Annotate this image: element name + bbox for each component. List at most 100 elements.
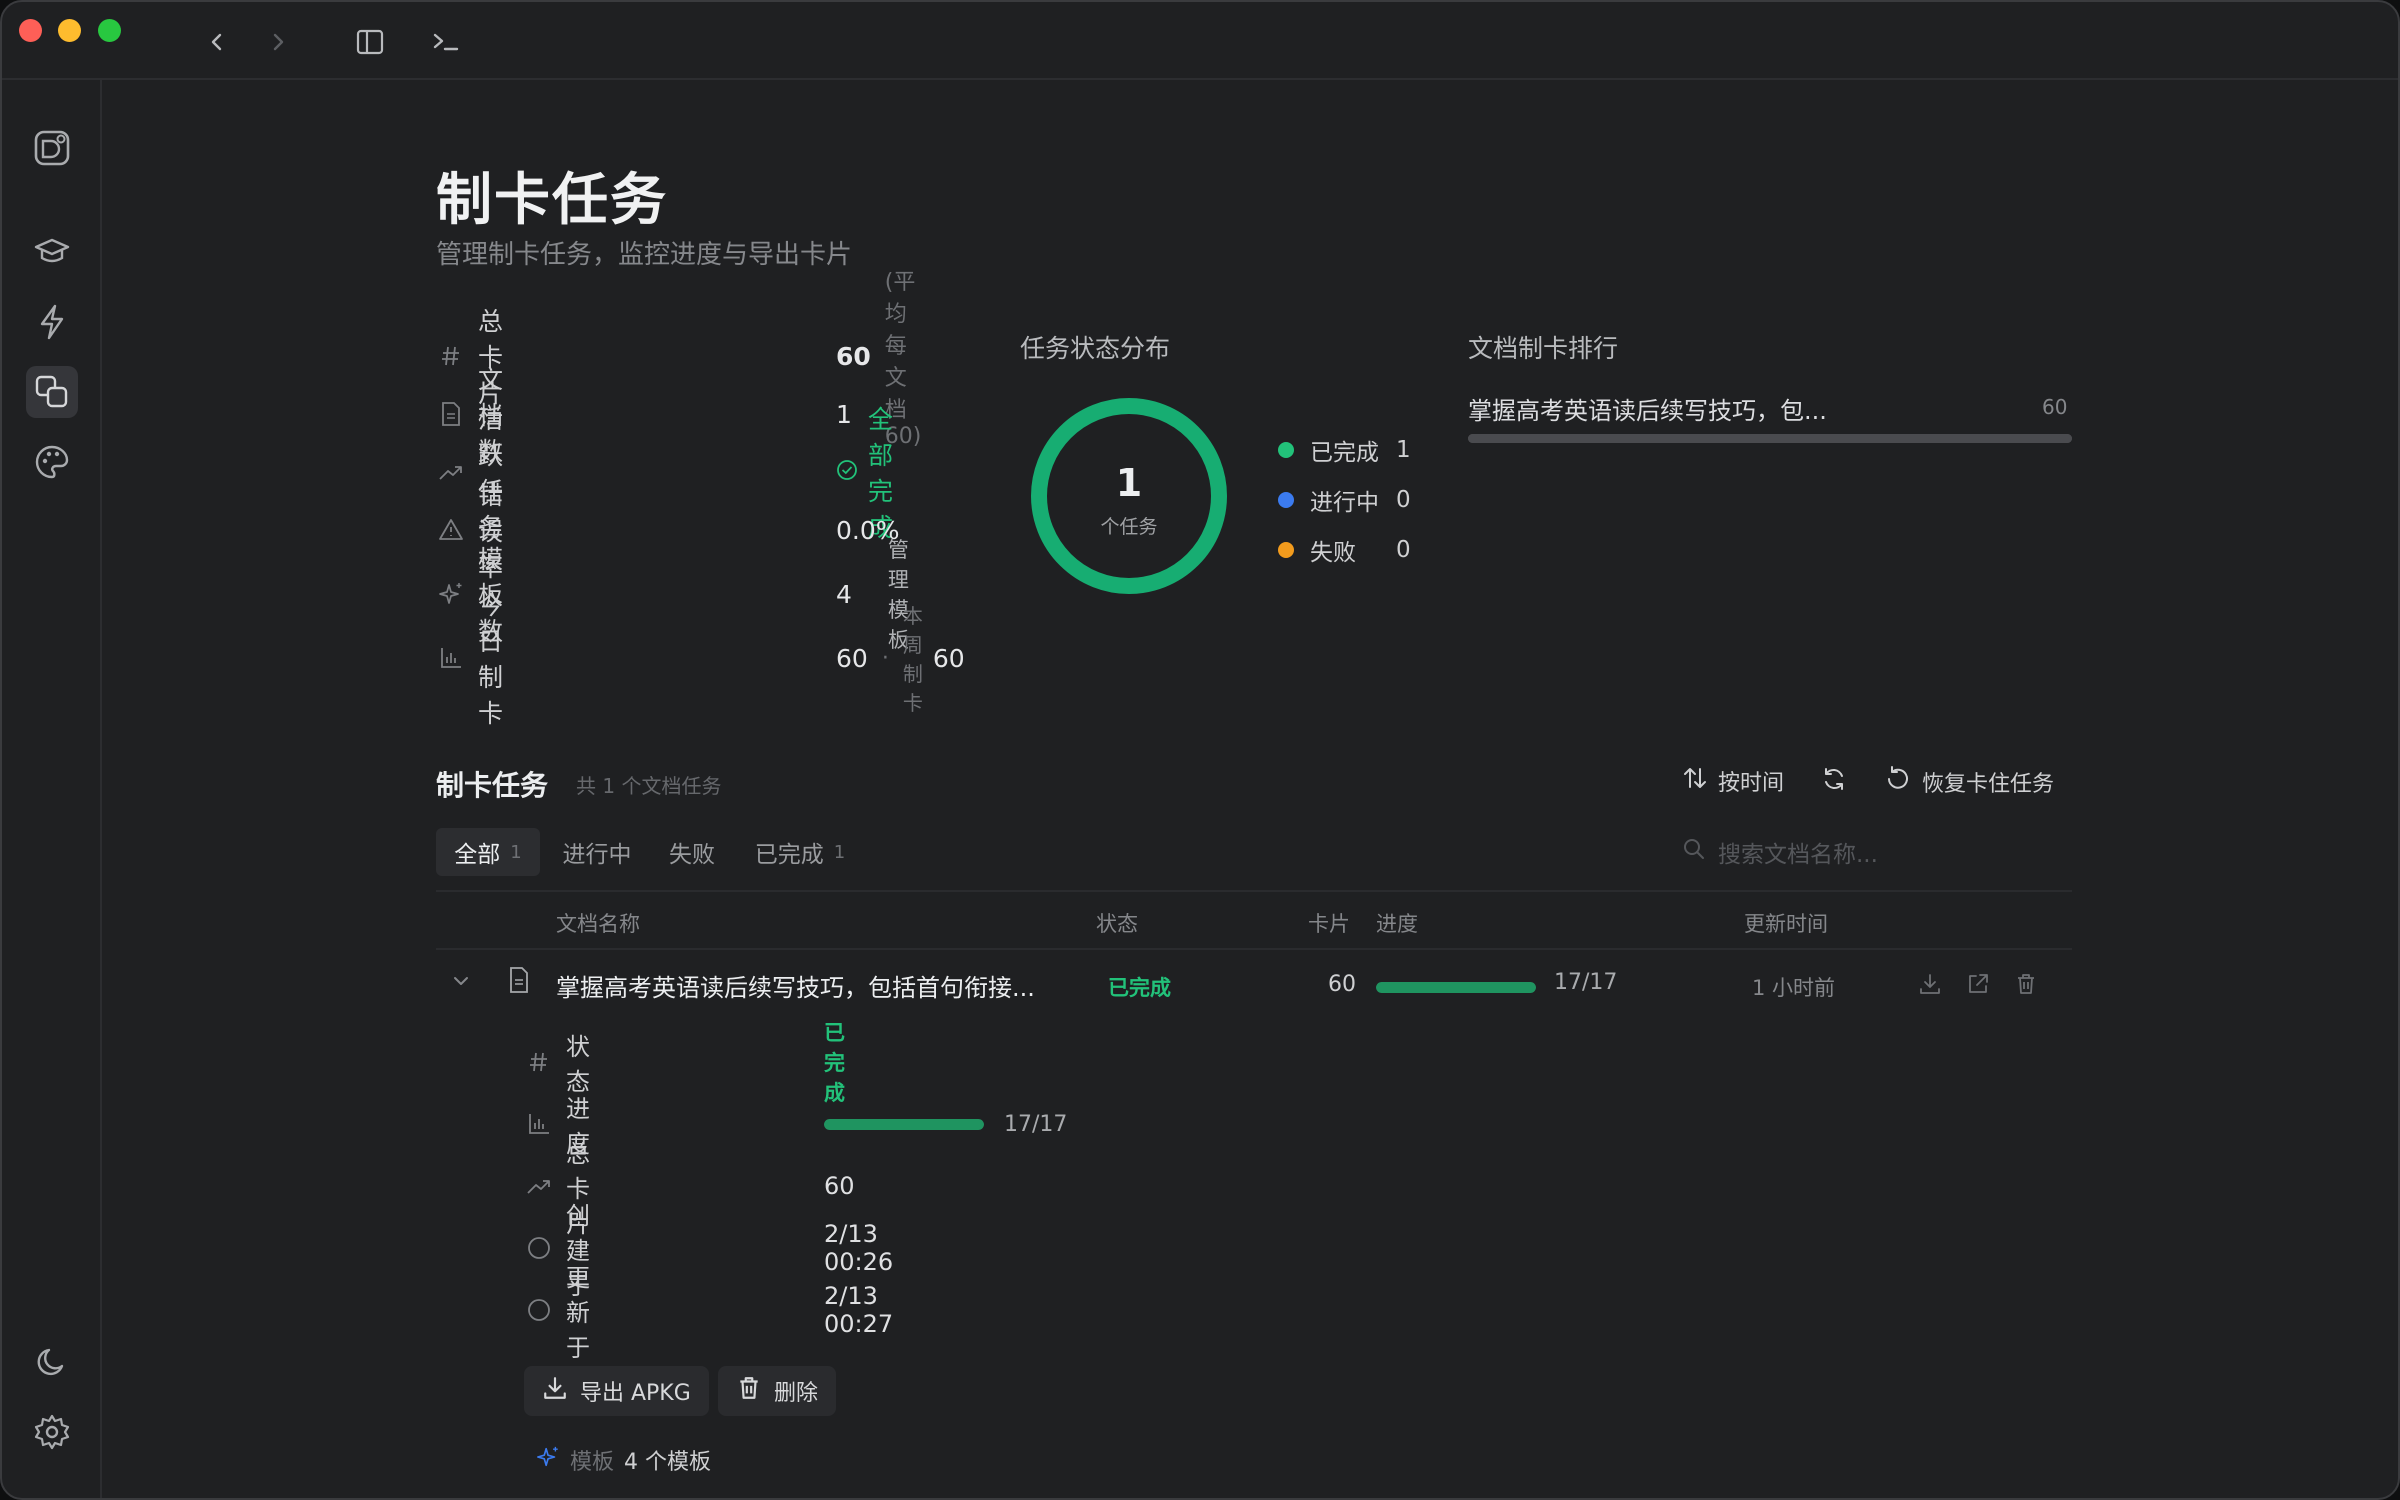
- tab-running[interactable]: 进行中: [550, 828, 644, 876]
- status-chart-title: 任务状态分布: [1020, 334, 1171, 363]
- forward-arrow-icon[interactable]: [258, 22, 298, 62]
- legend-dot-orange: [1278, 542, 1294, 558]
- legend-item-failed: 失败 0: [1278, 533, 1411, 567]
- detail-updated-value: 2/13 00:27: [824, 1282, 894, 1338]
- bar-chart-icon: [524, 1109, 554, 1139]
- sparkle-icon: [536, 1445, 560, 1475]
- stat-active-tasks: 活跃任务 全部完成: [436, 405, 893, 542]
- ranking-bar-fill: [1468, 434, 2072, 443]
- task-updated: 1 小时前: [1752, 976, 1836, 1000]
- copy-cards-icon[interactable]: [26, 366, 78, 418]
- refresh-button[interactable]: [1820, 765, 1848, 799]
- minimize-window-button[interactable]: [58, 19, 81, 42]
- stat-docs: 文档数 1: [436, 365, 852, 466]
- tab-count: 1: [510, 841, 522, 863]
- page-title: 制卡任务: [436, 168, 668, 233]
- clock-circle-icon: [524, 1295, 554, 1325]
- sparkle-icon: [436, 579, 466, 609]
- sidebar-toggle-icon[interactable]: [350, 22, 390, 62]
- refresh-icon: [1820, 765, 1848, 799]
- ranking-title: 文档制卡排行: [1468, 334, 1619, 363]
- hash-icon: [524, 1047, 554, 1077]
- divider: [436, 890, 2072, 892]
- detail-cards-value: 60: [824, 1172, 855, 1200]
- tab-failed[interactable]: 失败: [654, 828, 730, 876]
- task-progress-bar: [1376, 982, 1536, 993]
- export-apkg-button[interactable]: 导出 APKG: [524, 1366, 709, 1416]
- search-icon: [1682, 837, 1706, 867]
- moon-icon[interactable]: [26, 1336, 78, 1388]
- detail-progress-bar: [824, 1118, 984, 1130]
- restore-label: 恢复卡住任务: [1922, 772, 2055, 797]
- col-status: 状态: [1096, 912, 1138, 936]
- legend-value: 0: [1396, 537, 1411, 563]
- document-icon: [508, 966, 530, 998]
- download-icon: [542, 1375, 568, 1407]
- legend-dot-green: [1278, 442, 1294, 458]
- ranking-bar: [1468, 434, 2072, 443]
- detail-label: 状态: [566, 1033, 590, 1096]
- restore-stuck-tasks-button[interactable]: 恢复卡住任务: [1884, 765, 2054, 799]
- tab-all[interactable]: 全部 1: [436, 828, 540, 876]
- trend-up-icon: [436, 457, 466, 487]
- tab-label: 全部: [454, 842, 501, 868]
- ranking-item-value: 60: [2042, 395, 2068, 419]
- detail-updated: 更新于 2/13 00:27: [524, 1264, 893, 1362]
- main-content: 制卡任务 管理制卡任务，监控进度与导出卡片 总卡片 60 (平均每文档 60) 文…: [104, 82, 2398, 1498]
- legend-label: 进行中: [1310, 490, 1379, 516]
- trash-icon[interactable]: [2014, 972, 2038, 1000]
- detail-created: 创建于 2/13 00:26: [524, 1202, 893, 1300]
- delete-button[interactable]: 删除: [718, 1366, 837, 1416]
- download-icon[interactable]: [1918, 972, 1942, 1000]
- stat-error-rate: 错误率 0.0%: [436, 481, 900, 582]
- legend-label: 已完成: [1310, 440, 1379, 466]
- tab-count: 1: [833, 841, 846, 863]
- ranking-item-name[interactable]: 掌握高考英语读后续写技巧，包...: [1468, 391, 1827, 426]
- chevron-down-icon[interactable]: [450, 970, 472, 996]
- sort-by-time-button[interactable]: 按时间: [1682, 765, 1784, 797]
- tab-completed[interactable]: 已完成 1: [740, 828, 860, 876]
- back-arrow-icon[interactable]: [197, 22, 237, 62]
- gear-icon[interactable]: [26, 1406, 78, 1458]
- close-window-button[interactable]: [19, 19, 42, 42]
- tasks-title: 制卡任务: [436, 769, 549, 802]
- lightning-icon[interactable]: [26, 296, 78, 348]
- trash-icon: [736, 1375, 762, 1407]
- clock-circle-icon: [524, 1233, 554, 1263]
- task-progress-text: 17/17: [1554, 970, 1618, 995]
- legend-value: 1: [1396, 437, 1411, 463]
- divider: [436, 948, 2072, 950]
- title-bar: [2, 2, 2398, 80]
- terminal-icon[interactable]: [426, 22, 466, 62]
- graduation-cap-icon[interactable]: [26, 226, 78, 278]
- week-value: 60: [932, 643, 965, 673]
- palette-icon[interactable]: [26, 436, 78, 488]
- search-input[interactable]: 搜索文档名称...: [1682, 832, 2072, 872]
- task-cards: 60: [1328, 972, 1356, 997]
- detail-progress-text: 17/17: [1004, 1111, 1068, 1137]
- hash-icon: [436, 341, 466, 371]
- trend-up-icon: [524, 1171, 554, 1201]
- maximize-window-button[interactable]: [98, 19, 121, 42]
- donut-center-value: 1: [1115, 461, 1143, 505]
- task-name[interactable]: 掌握高考英语读后续写技巧，包括首句衔接...: [556, 968, 1035, 1003]
- status-donut: 1 个任务: [1028, 395, 1230, 597]
- stat-value: 60: [836, 341, 871, 371]
- sort-label: 按时间: [1718, 771, 1785, 796]
- search-placeholder: 搜索文档名称...: [1718, 842, 1878, 868]
- legend-dot-blue: [1278, 492, 1294, 508]
- open-external-icon[interactable]: [1966, 972, 1990, 1000]
- detail-progress-fill: [824, 1118, 984, 1130]
- tab-label: 已完成: [754, 842, 824, 868]
- detail-status: 状态 已完成: [524, 1021, 845, 1105]
- app-logo-icon[interactable]: [26, 122, 78, 174]
- week-label: 本周制卡: [902, 604, 923, 715]
- separator: ·: [881, 645, 889, 671]
- app-window: 制卡任务 管理制卡任务，监控进度与导出卡片 总卡片 60 (平均每文档 60) 文…: [0, 0, 2400, 1500]
- bar-chart-icon: [436, 643, 466, 673]
- task-progress-fill: [1376, 982, 1536, 993]
- stat-templates: 模板数 4 管理模板: [436, 538, 909, 652]
- col-progress: 进度: [1376, 912, 1418, 936]
- delete-label: 删除: [774, 1381, 819, 1406]
- stat-total-cards: 总卡片 60 (平均每文档 60): [436, 270, 921, 449]
